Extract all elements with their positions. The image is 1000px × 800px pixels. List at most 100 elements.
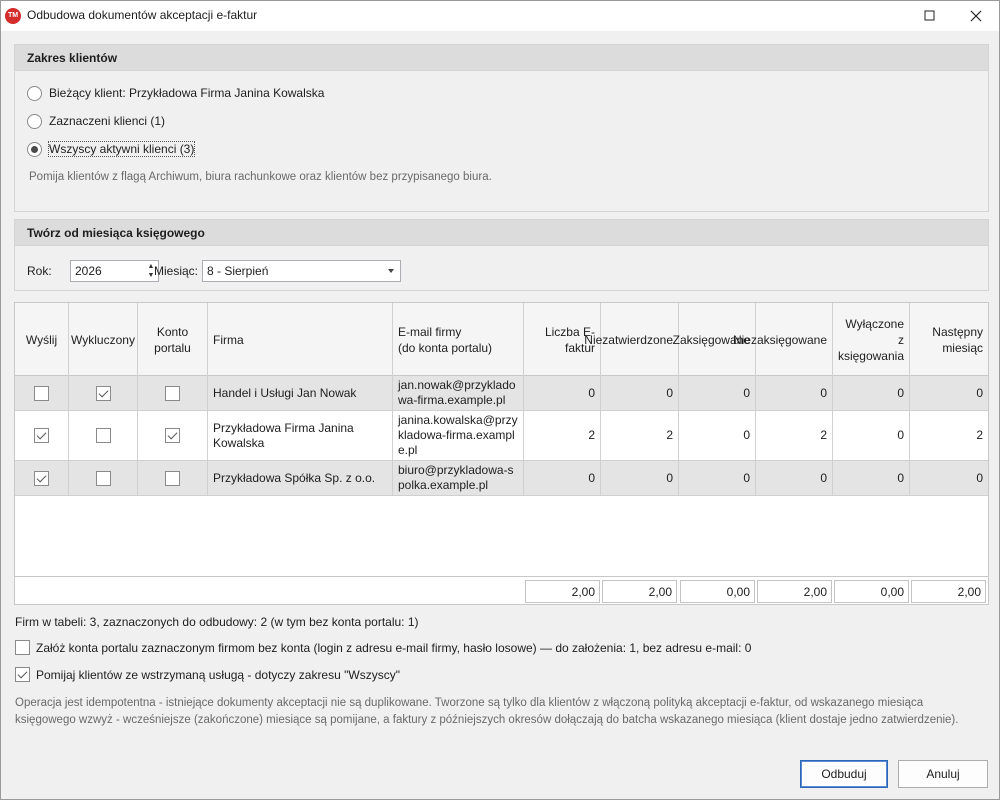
cell-booked[interactable]: 0 bbox=[679, 411, 756, 460]
year-spinner[interactable]: 2026 ▲ ▼ bbox=[70, 260, 159, 282]
cell-count[interactable]: 0 bbox=[524, 376, 601, 410]
cell-next-month[interactable]: 0 bbox=[910, 376, 988, 410]
send-cell bbox=[15, 411, 69, 460]
cell-excluded-booking[interactable]: 0 bbox=[833, 411, 910, 460]
table-row[interactable]: Przykładowa Firma Janina Kowalska janina.… bbox=[15, 411, 988, 461]
col-header-send[interactable]: Wyślij bbox=[15, 303, 69, 376]
cell-booked[interactable]: 0 bbox=[679, 376, 756, 410]
cell-company[interactable]: Handel i Usługi Jan Nowak bbox=[208, 376, 393, 410]
clients-table: Wyślij Wykluczony Konto portalu Firma E-… bbox=[14, 302, 989, 605]
rebuild-button[interactable]: Odbuduj bbox=[800, 760, 888, 788]
cell-next-month[interactable]: 2 bbox=[910, 411, 988, 460]
excluded-cell bbox=[69, 376, 138, 410]
cell-unapproved[interactable]: 0 bbox=[601, 376, 679, 410]
cell-excluded-booking-text: 0 bbox=[897, 385, 904, 400]
skip-suspended-option[interactable]: Pomijaj klientów ze wstrzymaną usługą - … bbox=[15, 667, 400, 682]
cell-booked[interactable]: 0 bbox=[679, 461, 756, 495]
skip-suspended-checkbox[interactable] bbox=[15, 667, 30, 682]
table-header: Wyślij Wykluczony Konto portalu Firma E-… bbox=[15, 303, 988, 376]
radio-all-active-clients[interactable]: Wszyscy aktywni klienci (3) bbox=[27, 140, 196, 158]
client-scope-heading: Zakres klientów bbox=[15, 45, 988, 71]
month-select[interactable]: 8 - Sierpień bbox=[202, 260, 401, 282]
cell-unbooked[interactable]: 0 bbox=[756, 376, 833, 410]
year-label: Rok: bbox=[27, 264, 52, 278]
cell-excluded-booking-text: 0 bbox=[897, 470, 904, 485]
cell-count-text: 2 bbox=[588, 428, 595, 442]
cell-count[interactable]: 0 bbox=[524, 461, 601, 495]
cell-unbooked[interactable]: 2 bbox=[756, 411, 833, 460]
cell-company-text: Przykładowa Firma Janina Kowalska bbox=[213, 420, 354, 450]
cell-excluded-booking[interactable]: 0 bbox=[833, 461, 910, 495]
excluded-checkbox[interactable] bbox=[95, 470, 111, 486]
cell-unapproved[interactable]: 2 bbox=[601, 411, 679, 460]
col-header-unapproved[interactable]: Niezatwierdzone bbox=[584, 303, 679, 376]
radio-selected-clients[interactable]: Zaznaczeni klienci (1) bbox=[27, 112, 165, 130]
radio-button[interactable] bbox=[27, 85, 42, 101]
window-title: Odbudowa dokumentów akceptacji e-faktur bbox=[27, 8, 258, 22]
total-next-month: 2,00 bbox=[911, 580, 986, 603]
radio-button[interactable] bbox=[27, 113, 42, 129]
cell-email[interactable]: janina.kowalska@przykladowa-firma.exampl… bbox=[393, 411, 524, 460]
send-checkbox[interactable] bbox=[34, 470, 49, 486]
col-header-label: Niezaksięgowane bbox=[732, 332, 827, 347]
create-accounts-label: Załóż konta portalu zaznaczonym firmom b… bbox=[36, 640, 752, 655]
chevron-down-icon[interactable] bbox=[388, 269, 394, 273]
col-header-excluded[interactable]: Wykluczony bbox=[69, 303, 138, 376]
excluded-checkbox[interactable] bbox=[95, 428, 111, 443]
cell-booked-text: 0 bbox=[743, 428, 750, 442]
portal-cell bbox=[138, 411, 208, 460]
cancel-button[interactable]: Anuluj bbox=[898, 760, 988, 788]
cell-next-month[interactable]: 0 bbox=[910, 461, 988, 495]
maximize-button[interactable] bbox=[907, 1, 953, 31]
cell-email[interactable]: jan.nowak@przykladowa-firma.example.pl bbox=[393, 376, 524, 410]
cell-next-month-text: 2 bbox=[976, 428, 983, 442]
close-button[interactable] bbox=[953, 1, 999, 31]
cell-company[interactable]: Przykładowa Spółka Sp. z o.o. bbox=[208, 461, 393, 495]
radio-button[interactable] bbox=[27, 141, 42, 157]
portal-cell bbox=[138, 376, 208, 410]
cell-email[interactable]: biuro@przykladowa-spolka.example.pl bbox=[393, 461, 524, 495]
portal-checkbox[interactable] bbox=[165, 385, 180, 401]
cell-excluded-booking-text: 0 bbox=[897, 428, 904, 442]
col-header-portal[interactable]: Konto portalu bbox=[138, 303, 208, 376]
col-header-company[interactable]: Firma bbox=[208, 303, 393, 376]
totals-row: 2,00 2,00 0,00 2,00 0,00 2,00 bbox=[15, 576, 988, 604]
col-header-label: Niezatwierdzone bbox=[584, 332, 673, 347]
create-accounts-checkbox[interactable] bbox=[15, 640, 30, 655]
cell-count[interactable]: 2 bbox=[524, 411, 601, 460]
portal-checkbox[interactable] bbox=[165, 470, 180, 486]
col-header-email[interactable]: E-mail firmy (do konta portalu) bbox=[393, 303, 524, 376]
cell-unbooked[interactable]: 0 bbox=[756, 461, 833, 495]
cell-unapproved[interactable]: 0 bbox=[601, 461, 679, 495]
radio-label: Bieżący klient: Przykładowa Firma Janina… bbox=[49, 86, 325, 100]
cell-booked-text: 0 bbox=[743, 385, 750, 400]
send-checkbox[interactable] bbox=[34, 385, 49, 401]
excluded-cell bbox=[69, 461, 138, 495]
cell-unbooked-text: 0 bbox=[820, 385, 827, 400]
table-row[interactable]: Przykładowa Spółka Sp. z o.o. biuro@przyk… bbox=[15, 461, 988, 496]
col-header-next-month[interactable]: Następny miesiąc bbox=[910, 303, 988, 376]
radio-label: Wszyscy aktywni klienci (3) bbox=[47, 141, 196, 157]
period-group: Twórz od miesiąca księgowego Rok: 2026 ▲… bbox=[14, 219, 989, 291]
col-header-unbooked[interactable]: Niezaksięgowane bbox=[733, 303, 833, 376]
month-label: Miesiąc: bbox=[154, 264, 199, 278]
col-header-excluded-booking[interactable]: Wyłączone z księgowania bbox=[833, 303, 910, 376]
col-header-label: Konto portalu bbox=[154, 324, 191, 355]
total-count: 2,00 bbox=[525, 580, 600, 603]
cell-company[interactable]: Przykładowa Firma Janina Kowalska bbox=[208, 411, 393, 460]
send-checkbox[interactable] bbox=[34, 428, 49, 443]
portal-checkbox[interactable] bbox=[165, 428, 180, 443]
title-bar[interactable]: TM Odbudowa dokumentów akceptacji e-fakt… bbox=[1, 1, 999, 31]
maximize-icon bbox=[924, 10, 935, 21]
radio-current-client[interactable]: Bieżący klient: Przykładowa Firma Janina… bbox=[27, 84, 324, 102]
cell-unbooked-text: 0 bbox=[820, 470, 827, 485]
create-accounts-option[interactable]: Załóż konta portalu zaznaczonym firmom b… bbox=[15, 640, 751, 655]
excluded-checkbox[interactable] bbox=[95, 385, 111, 401]
col-header-label: Następny miesiąc bbox=[932, 324, 983, 355]
total-booked: 0,00 bbox=[680, 580, 755, 603]
cell-excluded-booking[interactable]: 0 bbox=[833, 376, 910, 410]
dialog-window: TM Odbudowa dokumentów akceptacji e-fakt… bbox=[0, 0, 1000, 800]
table-row[interactable]: Handel i Usługi Jan Nowak jan.nowak@przyk… bbox=[15, 376, 988, 411]
total-excluded-booking: 0,00 bbox=[834, 580, 909, 603]
cell-email-text: biuro@przykladowa-spolka.example.pl bbox=[398, 463, 514, 492]
